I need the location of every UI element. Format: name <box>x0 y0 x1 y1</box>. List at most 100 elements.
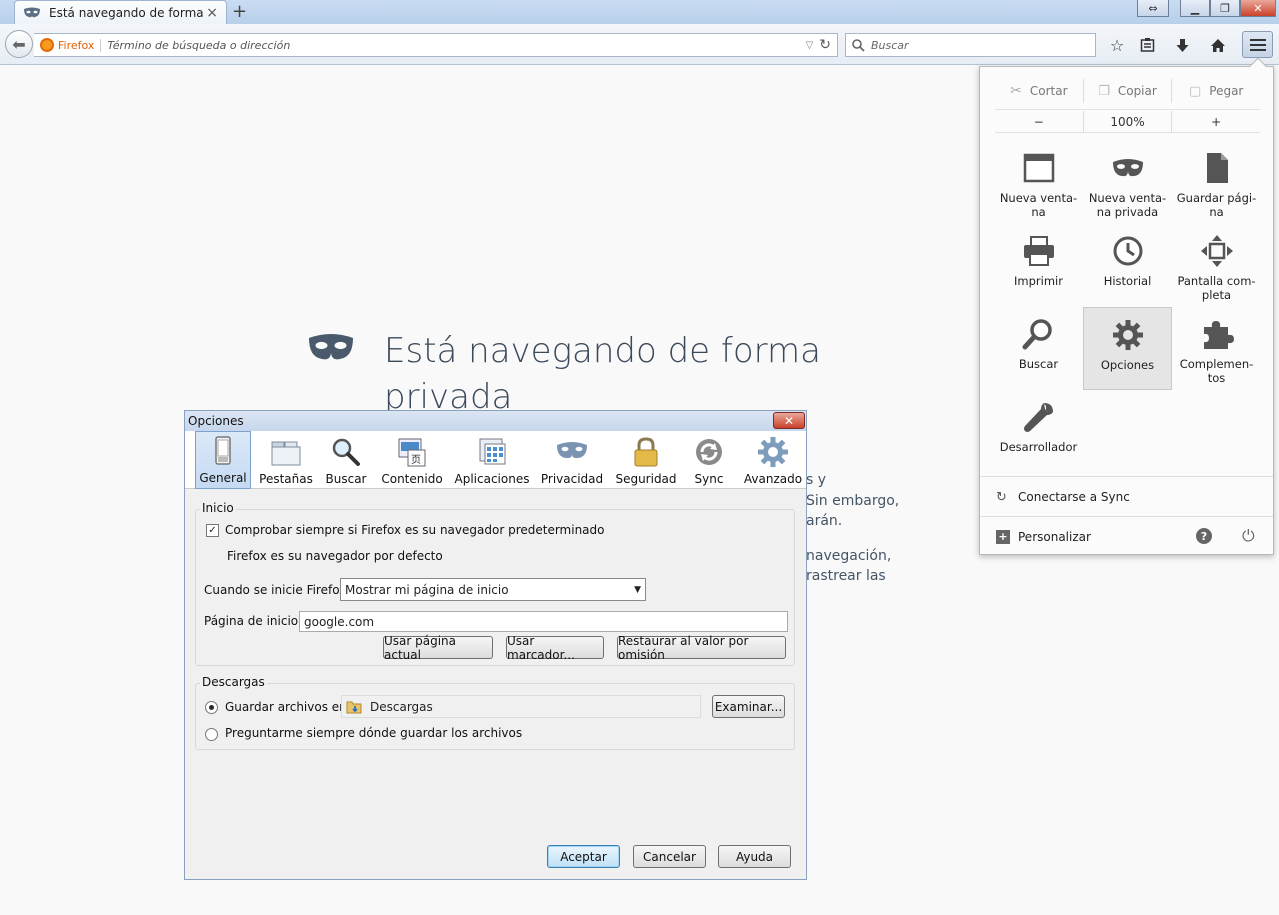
tabs-icon <box>271 441 301 466</box>
plus-icon: + <box>996 529 1010 544</box>
copy-button[interactable]: ❐ Copiar <box>1084 79 1173 103</box>
tab-label: Aplicaciones <box>454 472 530 486</box>
sync-icon: ↻ <box>996 489 1007 505</box>
firefox-icon <box>40 38 54 52</box>
startup-behavior-select[interactable]: Mostrar mi página de inicio ▼ <box>340 578 646 601</box>
url-bar[interactable]: Firefox Término de búsqueda o dirección … <box>34 33 838 57</box>
home-icon[interactable] <box>1207 34 1229 56</box>
use-bookmark-button[interactable]: Usar marcador... <box>506 634 604 662</box>
zoom-out-button[interactable]: − <box>995 111 1084 132</box>
cancel-button[interactable]: Cancelar <box>633 845 706 868</box>
navigation-bar: ⬅ Firefox Término de búsqueda o direcció… <box>0 24 1279 65</box>
new-tab-button[interactable]: + <box>232 1 247 22</box>
sync-label: Conectarse a Sync <box>1018 489 1130 504</box>
help-button[interactable]: Ayuda <box>718 845 791 868</box>
always-ask-radio[interactable] <box>205 728 218 741</box>
private-text-fragment: Sin embargo, <box>806 493 900 509</box>
maximize-button[interactable]: ❐ <box>1210 0 1240 17</box>
addons-button[interactable]: Complemen- tos <box>1172 307 1261 390</box>
tab-close-icon[interactable]: × <box>206 5 218 21</box>
window-icon <box>1023 153 1054 183</box>
restore-default-button[interactable]: Restaurar al valor por omisión <box>617 634 786 662</box>
tab-sync[interactable]: Sync <box>687 431 731 489</box>
tab-applications[interactable]: Aplicaciones <box>455 431 529 489</box>
mask-icon <box>1112 159 1143 177</box>
minimize-button[interactable]: ▁ <box>1180 0 1210 17</box>
search-input[interactable]: Buscar <box>871 39 909 52</box>
url-input[interactable]: Término de búsqueda o dirección <box>107 39 805 52</box>
back-button[interactable]: ⬅ <box>5 30 33 58</box>
default-browser-checkbox[interactable]: ✓ <box>206 524 219 537</box>
privacy-mask-icon <box>557 442 587 459</box>
tab-label: Pestañas <box>259 472 313 486</box>
default-browser-status: Firefox es su navegador por defecto <box>227 549 443 563</box>
history-button[interactable]: Historial <box>1083 224 1172 307</box>
tab-label: Contenido <box>381 472 443 486</box>
printer-icon <box>1023 236 1054 266</box>
close-window-button[interactable]: ✕ <box>1240 0 1276 17</box>
history-dropdown-icon[interactable]: ▽ <box>806 40 814 51</box>
browse-button[interactable]: Examinar... <box>712 695 785 718</box>
tab-general[interactable]: General <box>195 431 251 489</box>
restore-extra-icon[interactable]: ⇔ <box>1137 0 1169 17</box>
private-mask-icon <box>24 7 40 17</box>
home-page-input[interactable]: google.com <box>299 611 788 632</box>
scissors-icon: ✂ <box>1010 83 1022 99</box>
tab-search[interactable]: Buscar <box>321 431 371 489</box>
new-window-button[interactable]: Nueva venta- na <box>994 141 1083 224</box>
fullscreen-button[interactable]: Pantalla com- pleta <box>1172 224 1261 307</box>
zoom-in-button[interactable]: + <box>1172 111 1260 132</box>
lock-icon <box>634 437 658 467</box>
options-button[interactable]: Opciones <box>1083 307 1172 390</box>
new-private-window-button[interactable]: Nueva venta- na privada <box>1083 141 1172 224</box>
search-icon <box>852 38 865 52</box>
print-button[interactable]: Imprimir <box>994 224 1083 307</box>
clipboard-icon: ▢ <box>1188 83 1202 99</box>
help-icon[interactable]: ? <box>1196 528 1212 544</box>
save-page-button[interactable]: Guardar pági- na <box>1172 141 1261 224</box>
startup-behavior-label: Cuando se inicie Firefox: <box>204 583 351 597</box>
tab-security[interactable]: Seguridad <box>615 431 677 489</box>
ok-button[interactable]: Aceptar <box>547 845 620 868</box>
copy-label: Copiar <box>1117 84 1157 98</box>
bookmark-star-icon[interactable]: ☆ <box>1106 34 1128 56</box>
tab-content[interactable]: 页 Contenido <box>379 431 445 489</box>
clock-icon <box>1113 236 1142 266</box>
customize-button[interactable]: + Personalizar ? ⏻ <box>980 516 1273 556</box>
default-browser-checkbox-label: Comprobar siempre si Firefox es su naveg… <box>225 523 605 537</box>
dialog-close-button[interactable]: ✕ <box>773 412 805 429</box>
tab-privacy[interactable]: Privacidad <box>541 431 603 489</box>
title-bar: Está navegando de forma ... × + ⇔ ▁ ❐ ✕ <box>0 0 1279 24</box>
folder-icon <box>346 701 362 713</box>
reload-icon[interactable]: ↻ <box>819 37 831 53</box>
quit-icon[interactable]: ⏻ <box>1242 526 1255 546</box>
wrench-icon <box>1023 403 1053 432</box>
find-button[interactable]: Buscar <box>994 307 1083 390</box>
menu-item-label: Nueva venta- na <box>999 191 1078 219</box>
search-bar[interactable]: Buscar <box>845 33 1096 57</box>
cut-button[interactable]: ✂ Cortar <box>995 79 1084 103</box>
tab-private-browsing[interactable]: Está navegando de forma ... × <box>14 0 227 24</box>
use-current-page-button[interactable]: Usar página actual <box>383 634 493 662</box>
save-to-folder-radio[interactable] <box>205 701 218 714</box>
download-folder-value: Descargas <box>370 699 433 714</box>
downloads-icon[interactable] <box>1171 34 1193 56</box>
open-menu-button[interactable] <box>1242 31 1273 58</box>
tab-tabs[interactable]: Pestañas <box>257 431 315 489</box>
main-menu-panel: ✂ Cortar ❐ Copiar ▢ Pegar − 100% + Nueva… <box>979 57 1274 556</box>
paste-button[interactable]: ▢ Pegar <box>1172 79 1260 103</box>
zoom-reset-button[interactable]: 100% <box>1084 111 1173 132</box>
developer-button[interactable]: Desarrollador <box>994 390 1083 473</box>
zoom-controls: − 100% + <box>995 109 1260 133</box>
advanced-gear-icon <box>758 437 788 467</box>
tab-advanced[interactable]: Avanzado <box>741 431 805 489</box>
bookmarks-list-icon[interactable] <box>1136 34 1158 56</box>
save-to-folder-label: Guardar archivos en <box>225 700 347 714</box>
sync-button[interactable]: ↻ Conectarse a Sync <box>980 476 1273 516</box>
gear-icon <box>1112 320 1143 350</box>
startup-group-label: Inicio <box>200 501 236 515</box>
dialog-title-bar: Opciones ✕ <box>185 411 806 431</box>
private-text-fragment: rastrear las <box>806 568 886 584</box>
private-text-fragment: s y <box>806 472 827 488</box>
identity-label: Firefox <box>58 38 102 52</box>
